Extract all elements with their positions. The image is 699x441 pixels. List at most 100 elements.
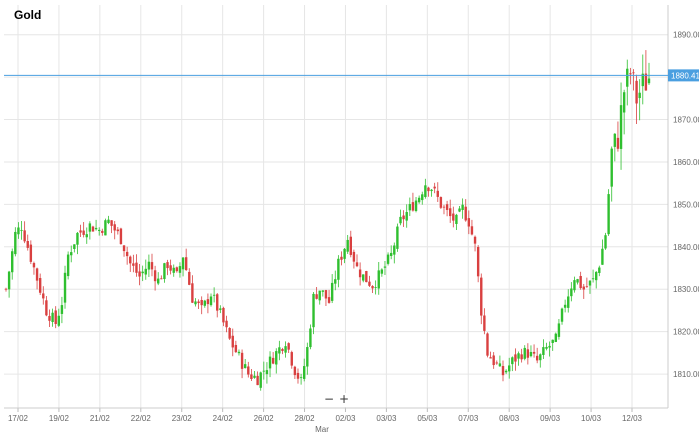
- candle-body: [318, 290, 321, 301]
- candle-body: [234, 344, 238, 353]
- candle-body: [504, 370, 508, 373]
- candle-body: [200, 299, 203, 306]
- candle-body: [303, 366, 306, 379]
- candle-body: [281, 349, 284, 351]
- x-tick-label: 23/02: [172, 414, 193, 423]
- zoom-out-button[interactable]: −: [322, 393, 336, 407]
- candle-body: [101, 230, 104, 233]
- candle-body: [598, 267, 601, 273]
- x-tick-label: 10/03: [581, 414, 602, 423]
- candle-body: [563, 304, 567, 308]
- x-tick-label: 17/02: [8, 414, 29, 423]
- candle-body: [275, 351, 278, 365]
- candle-body: [296, 372, 300, 379]
- candle-body: [585, 286, 589, 288]
- candle-body: [271, 357, 275, 364]
- candle-body: [119, 228, 123, 245]
- candle-body: [386, 254, 390, 264]
- candle-body: [501, 366, 505, 376]
- candle-body: [604, 235, 607, 249]
- candle-body: [352, 251, 356, 262]
- x-tick-label: 12/03: [622, 414, 643, 423]
- candle-body: [14, 231, 17, 255]
- candle-body: [169, 265, 172, 271]
- candle-body: [76, 232, 79, 245]
- candle-body: [135, 262, 138, 273]
- candle-body: [545, 346, 548, 349]
- current-price-label: 1880.41: [671, 71, 699, 80]
- candle-body: [626, 68, 629, 87]
- candle-body: [166, 262, 169, 269]
- candle-body: [588, 280, 592, 286]
- candle-body: [389, 252, 393, 256]
- candle-body: [26, 241, 29, 248]
- candle-body: [278, 347, 281, 354]
- month-label: Mar: [315, 425, 329, 434]
- candle-body: [212, 294, 216, 296]
- zoom-in-button[interactable]: +: [337, 393, 351, 407]
- y-tick-label: 1820.00: [673, 328, 699, 337]
- candle-body: [51, 312, 54, 323]
- candle-body: [206, 299, 210, 305]
- candle-body: [495, 362, 498, 364]
- candle-body: [393, 245, 396, 255]
- candle-body: [362, 274, 365, 281]
- candle-body: [23, 230, 26, 242]
- candle-body: [539, 354, 542, 361]
- candle-body: [436, 190, 439, 197]
- candle-body: [70, 252, 73, 256]
- candle-body: [250, 374, 253, 379]
- candle-body: [82, 230, 85, 235]
- candle-body: [262, 370, 266, 372]
- candle-body: [290, 352, 293, 366]
- candle-body: [622, 92, 626, 113]
- candle-body: [60, 305, 64, 314]
- candle-body: [573, 280, 576, 291]
- candle-body: [240, 352, 244, 369]
- candle-body: [517, 353, 520, 359]
- candle-body: [383, 266, 387, 268]
- candle-body: [184, 257, 188, 271]
- candle-body: [129, 256, 132, 264]
- candle-body: [4, 288, 8, 290]
- x-tick-label: 09/03: [540, 414, 561, 423]
- candle-body: [427, 187, 430, 192]
- candle-body: [511, 357, 514, 365]
- x-tick-label: 03/03: [376, 414, 397, 423]
- candle-body: [110, 220, 113, 226]
- candle-body: [579, 275, 582, 289]
- candle-body: [508, 365, 511, 372]
- candle-body: [492, 355, 495, 366]
- candle-body: [349, 236, 352, 255]
- candlestick-chart: 1810.00 1820.00 1830.00 1840.00 1850.00 1860.…: [0, 0, 699, 436]
- y-tick-label: 1850.00: [673, 200, 699, 209]
- candle-body: [203, 300, 207, 306]
- candle-body: [411, 202, 415, 211]
- candle-body: [45, 300, 48, 316]
- candle-body: [638, 92, 641, 99]
- candle-body: [144, 268, 147, 275]
- candle-body: [132, 263, 135, 266]
- candle-body: [94, 227, 98, 230]
- candle-body: [582, 286, 585, 290]
- candle-body: [470, 226, 474, 235]
- chart-background: [0, 0, 699, 436]
- candle-body: [66, 254, 70, 277]
- candle-body: [63, 272, 67, 303]
- candle-body: [253, 375, 256, 378]
- chart-title: Gold: [14, 8, 42, 22]
- candle-body: [194, 301, 197, 305]
- candle-body: [458, 208, 461, 212]
- candle-body: [523, 347, 526, 359]
- candle-body: [268, 356, 272, 369]
- candle-body: [417, 197, 421, 203]
- y-tick-label: 1870.00: [673, 116, 699, 125]
- candle-body: [160, 278, 163, 280]
- candle-body: [424, 185, 427, 197]
- candle-body: [408, 204, 412, 211]
- x-tick-label: 28/02: [295, 414, 316, 423]
- candle-body: [448, 208, 452, 217]
- candle-body: [346, 239, 349, 252]
- candle-body: [476, 247, 480, 277]
- chart-svg: 1810.00 1820.00 1830.00 1840.00 1850.00 1860.…: [0, 0, 699, 436]
